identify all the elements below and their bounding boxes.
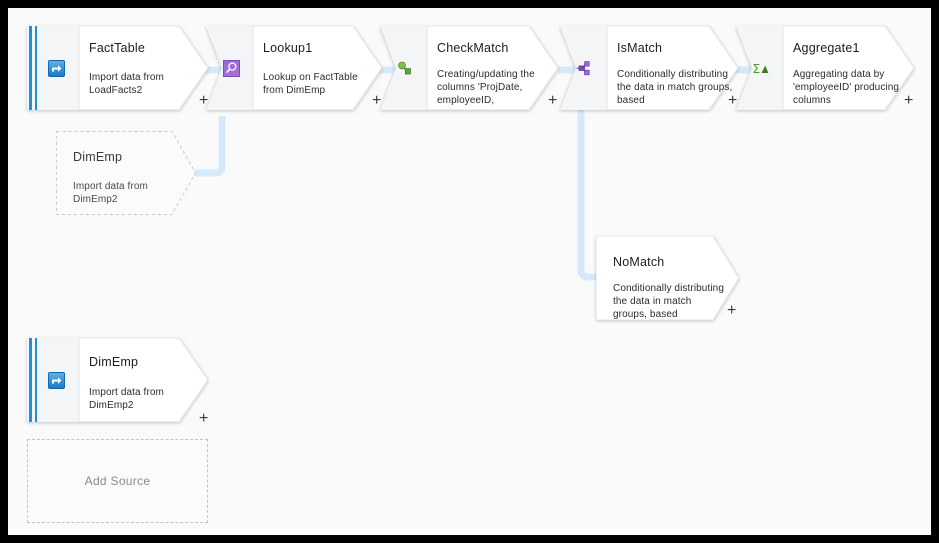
data-flow-canvas[interactable]: FactTable Import data from LoadFacts2 +	[8, 8, 931, 535]
node-description: Creating/updating the columns 'ProjDate,…	[437, 69, 535, 106]
node-aggregate1[interactable]: Σ Aggregate1 Aggregating data by 'employ…	[736, 26, 914, 110]
node-description: Lookup on FactTable from DimEmp	[263, 72, 358, 96]
source-import-icon	[47, 59, 65, 77]
add-next-step-button[interactable]: +	[904, 93, 913, 109]
add-next-step-button[interactable]: +	[727, 303, 736, 319]
node-description: Import data from DimEmp2	[73, 181, 148, 205]
node-title: DimEmp	[89, 355, 139, 369]
add-next-step-button[interactable]: +	[548, 93, 557, 109]
derived-column-icon	[395, 59, 413, 77]
add-next-step-button[interactable]: +	[199, 411, 208, 427]
node-title: DimEmp	[73, 150, 123, 164]
add-source-button[interactable]: Add Source	[27, 439, 208, 523]
source-accent-bar	[29, 338, 32, 422]
source-accent-bar	[29, 26, 32, 110]
node-lookup1[interactable]: Lookup1 Lookup on FactTable from DimEmp …	[206, 26, 382, 110]
add-source-label: Add Source	[84, 474, 151, 488]
node-title: FactTable	[89, 41, 145, 55]
source-accent-bar-2	[35, 338, 37, 422]
node-title: NoMatch	[613, 255, 665, 269]
node-description: Aggregating data by 'employeeID' produci…	[793, 69, 900, 106]
node-description: Import data from DimEmp2	[89, 387, 164, 411]
source-import-icon	[47, 371, 65, 389]
node-title: Lookup1	[263, 41, 313, 55]
node-dimemp-ghost[interactable]: DimEmp Import data from DimEmp2	[56, 131, 196, 215]
data-flow-canvas-frame: FactTable Import data from LoadFacts2 +	[8, 8, 931, 535]
node-ismatch[interactable]: IsMatch Conditionally distributing the d…	[560, 26, 738, 110]
node-dimemp-source[interactable]: DimEmp Import data from DimEmp2 +	[27, 338, 208, 427]
aggregate-sigma-icon: Σ	[751, 59, 769, 77]
node-checkmatch[interactable]: CheckMatch Creating/updating the columns…	[380, 26, 558, 110]
source-accent-bar-2	[35, 26, 37, 110]
node-description: Conditionally distributing the data in m…	[617, 69, 733, 106]
node-description: Conditionally distributing the data in m…	[613, 283, 724, 320]
node-title: CheckMatch	[437, 41, 509, 55]
svg-text:Σ: Σ	[752, 61, 760, 76]
node-title: IsMatch	[617, 41, 663, 55]
connector-dimemp-to-lookup1	[192, 116, 226, 177]
node-title: Aggregate1	[793, 41, 860, 55]
conditional-split-icon	[575, 59, 593, 77]
lookup-magnifier-icon	[222, 59, 240, 77]
node-facttable[interactable]: FactTable Import data from LoadFacts2 +	[27, 26, 208, 110]
node-description: Import data from LoadFacts2	[89, 72, 164, 96]
node-nomatch[interactable]: NoMatch Conditionally distributing the d…	[596, 236, 739, 320]
